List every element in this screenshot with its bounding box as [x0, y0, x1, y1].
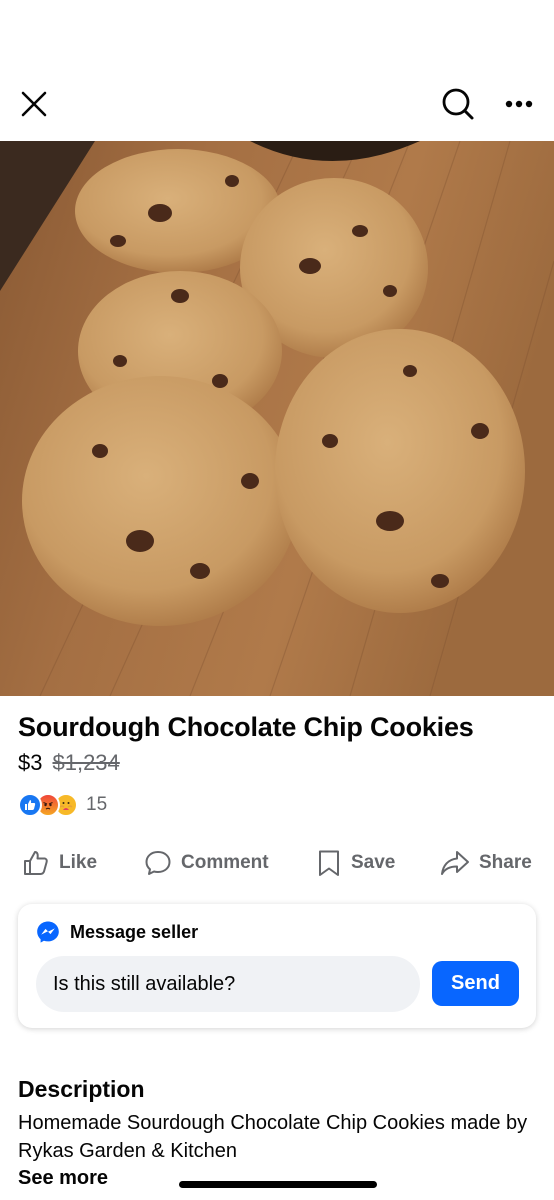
share-button[interactable]: Share	[440, 843, 532, 883]
messenger-icon	[37, 921, 59, 943]
reaction-count: 15	[86, 794, 108, 815]
action-bar: Like Comment Save Share	[0, 843, 554, 883]
listing-photo[interactable]	[0, 141, 554, 696]
like-reaction-icon	[18, 793, 42, 817]
price-row: $3 $1,234	[18, 750, 120, 776]
like-label: Like	[59, 852, 98, 873]
listing-title: Sourdough Chocolate Chip Cookies	[18, 712, 474, 742]
comment-button[interactable]: Comment	[144, 843, 269, 883]
description-text: Homemade Sourdough Chocolate Chip Cookie…	[18, 1112, 528, 1162]
top-bar	[0, 0, 554, 141]
close-icon	[21, 91, 47, 117]
search-button[interactable]	[436, 82, 480, 126]
reactions-summary[interactable]: 15	[18, 791, 107, 819]
message-seller-label: Message seller	[70, 921, 199, 942]
search-icon	[442, 88, 474, 120]
message-seller-header: Message seller	[36, 920, 198, 944]
message-input[interactable]	[36, 956, 420, 1012]
listing-price: $3	[18, 750, 43, 775]
description-heading: Description	[18, 1076, 145, 1102]
send-button[interactable]: Send	[432, 961, 519, 1006]
more-options-button[interactable]	[498, 84, 540, 124]
share-label: Share	[479, 852, 532, 873]
original-price: $1,234	[52, 750, 120, 775]
bookmark-icon	[319, 850, 339, 876]
close-button[interactable]	[14, 84, 54, 124]
save-button[interactable]: Save	[316, 843, 395, 883]
save-label: Save	[351, 852, 396, 873]
more-horizontal-icon	[505, 100, 533, 108]
see-more-link[interactable]: See more	[18, 1167, 108, 1190]
like-button[interactable]: Like	[22, 843, 97, 883]
thumbs-up-icon	[24, 851, 48, 875]
home-indicator[interactable]	[179, 1181, 377, 1188]
message-seller-card: Message seller Send	[18, 904, 536, 1028]
comment-icon	[145, 851, 171, 875]
comment-label: Comment	[181, 852, 269, 873]
share-icon	[441, 851, 469, 875]
